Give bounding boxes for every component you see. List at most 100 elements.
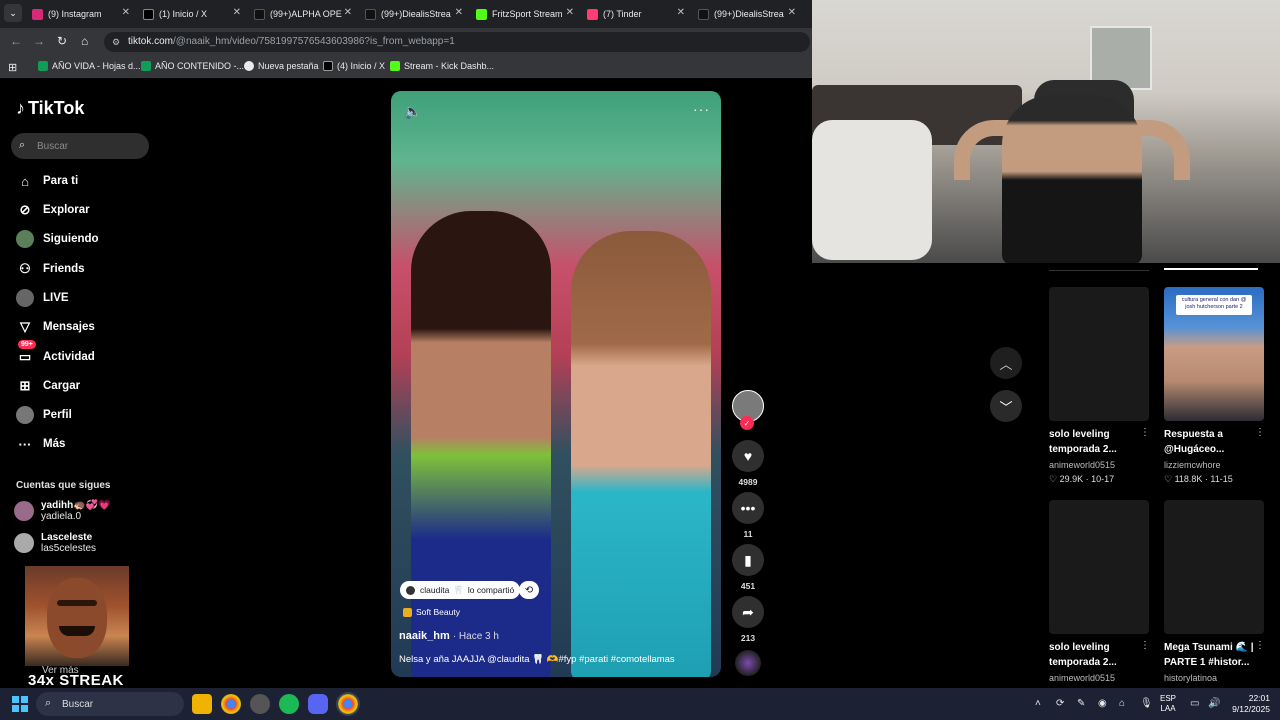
tab-tinder[interactable]: (7) Tinder ✕ [587, 4, 685, 24]
related-video-thumbnail[interactable] [1049, 500, 1149, 634]
bookmark-nueva-pestana[interactable]: Nueva pestaña [244, 61, 319, 71]
related-video-user[interactable]: animeworld0515 [1049, 673, 1115, 683]
nav-cargar[interactable]: ⊞ Cargar [16, 377, 81, 395]
tiktok-logo[interactable]: ♪ TikTok [16, 98, 84, 119]
followed-account[interactable]: yadihh🦔💞💗 yadiela.0 [14, 500, 111, 522]
close-tab-icon[interactable]: ✕ [344, 7, 352, 18]
comment-button[interactable]: ••• [732, 492, 764, 524]
nav-siguiendo[interactable]: Siguiendo [16, 230, 99, 248]
pen-icon[interactable]: ✎ [1077, 698, 1085, 709]
repost-icon[interactable]: ⟲ [519, 581, 539, 599]
bookmark-x[interactable]: (4) Inicio / X [323, 61, 385, 71]
close-tab-icon[interactable]: ✕ [566, 7, 574, 18]
home-icon[interactable]: ⌂ [81, 34, 88, 48]
avatar [14, 533, 34, 553]
bookmarks-bar: ⊞ AÑO VIDA - Hojas d... AÑO CONTENIDO -.… [0, 56, 812, 78]
more-options-icon[interactable]: ⋮ [1140, 640, 1150, 651]
app-icon[interactable] [250, 694, 270, 714]
windows-start-icon[interactable] [12, 696, 28, 712]
address-bar-row: ← → ↻ ⌂ ⚙ tiktok.com/@naaik_hm/video/758… [0, 28, 812, 56]
nav-para-ti[interactable]: ⌂ Para ti [16, 172, 78, 190]
more-options-icon[interactable]: ⋮ [1140, 427, 1150, 438]
previous-video-button[interactable]: ︿ [990, 347, 1022, 379]
close-tab-icon[interactable]: ✕ [455, 7, 463, 18]
microphone-icon[interactable]: 🎙 [1140, 698, 1153, 709]
back-icon[interactable]: ← [10, 34, 22, 48]
nav-mas[interactable]: ··· Más [16, 435, 66, 453]
reload-icon[interactable]: ↻ [57, 34, 67, 48]
url-field[interactable]: ⚙ tiktok.com/@naaik_hm/video/75819975765… [104, 32, 810, 52]
spotify-icon[interactable] [279, 694, 299, 714]
music-disc-icon[interactable] [735, 650, 761, 676]
nav-mensajes[interactable]: ▽ Mensajes [16, 318, 95, 336]
related-video-title[interactable]: Respuesta a @Hugáceo... [1164, 427, 1254, 457]
share-button[interactable]: ➦ [732, 596, 764, 628]
close-tab-icon[interactable]: ✕ [233, 7, 241, 18]
file-explorer-icon[interactable] [192, 694, 212, 714]
apps-icon[interactable]: ⊞ [8, 61, 17, 74]
related-video-thumbnail[interactable] [1164, 500, 1264, 634]
close-tab-icon[interactable]: ✕ [122, 7, 130, 18]
webcam-feed [812, 0, 1280, 263]
bookmark-ano-contenido[interactable]: AÑO CONTENIDO -... [141, 61, 244, 71]
related-video-thumbnail[interactable] [1049, 287, 1149, 421]
display-icon[interactable]: ▭ [1190, 698, 1199, 709]
effect-tag[interactable]: Soft Beauty [403, 607, 460, 617]
sync-icon[interactable]: ⟳ [1056, 698, 1064, 709]
related-video-user[interactable]: animeworld0515 [1049, 460, 1115, 470]
more-options-icon[interactable]: ⋮ [1255, 640, 1265, 651]
taskbar-search[interactable]: ⌕ Buscar [36, 692, 184, 716]
related-video-title[interactable]: solo leveling temporada 2... [1049, 640, 1139, 670]
shared-by-pill[interactable]: claudita 🦷 lo compartió [400, 581, 521, 599]
friends-icon: ⚇ [19, 261, 31, 276]
nav-explorar[interactable]: ⊘ Explorar [16, 201, 90, 219]
nav-perfil[interactable]: Perfil [16, 406, 72, 424]
related-video-title[interactable]: solo leveling temporada 2... [1049, 427, 1139, 457]
more-options-icon[interactable]: ⋮ [1255, 427, 1265, 438]
chrome-icon[interactable] [336, 692, 360, 716]
keyboard-language[interactable]: ESP LAA [1160, 694, 1176, 714]
nav-actividad[interactable]: ▭ 99+ Actividad [16, 340, 95, 366]
forward-icon[interactable]: → [33, 34, 45, 48]
tab-instagram[interactable]: (9) Instagram ✕ [32, 4, 130, 24]
next-video-button[interactable]: ﹀ [990, 390, 1022, 422]
tab-tiktok-1[interactable]: (99+)ALPHA OPE ✕ [254, 4, 352, 24]
close-tab-icon[interactable]: ✕ [677, 7, 685, 18]
vpn-icon[interactable]: ◉ [1098, 698, 1107, 709]
heart-icon: ♥ [743, 448, 753, 464]
related-video-user[interactable]: historylatinoa [1164, 673, 1217, 683]
close-tab-icon[interactable]: ✕ [788, 7, 796, 18]
tab-search-button[interactable]: ⌄ [4, 4, 22, 22]
nav-friends[interactable]: ⚇ Friends [16, 260, 84, 278]
tab-kick[interactable]: FritzSport Stream ✕ [476, 4, 574, 24]
network-icon[interactable]: ⌂ [1119, 698, 1125, 709]
save-button[interactable]: ▮ [732, 544, 764, 576]
taskbar-clock[interactable]: 22:01 9/12/2025 [1224, 693, 1270, 715]
tab-tiktok-3[interactable]: (99+)DiealisStrea ✕ [698, 4, 796, 24]
discord-icon[interactable] [308, 694, 328, 714]
video-player[interactable]: 🔈 ··· claudita 🦷 lo compartió ⟲ Soft Bea… [391, 91, 721, 677]
bookmark-kick[interactable]: Stream - Kick Dashb... [390, 61, 494, 71]
active-tab-indicator [1164, 268, 1258, 270]
chevron-up-icon[interactable]: ˄ [1035, 698, 1041, 709]
volume-icon[interactable]: 🔈 [404, 103, 421, 120]
followed-check-icon[interactable]: ✓ [740, 416, 754, 430]
tiktok-note-icon: ♪ [16, 98, 25, 118]
related-video-title[interactable]: Mega Tsunami 🌊 | PARTE 1 #histor... [1164, 640, 1254, 670]
volume-icon[interactable]: 🔊 [1208, 698, 1220, 709]
nav-live[interactable]: LIVE [16, 289, 69, 307]
bookmark-ano-vida[interactable]: AÑO VIDA - Hojas d... [38, 61, 141, 71]
tab-x[interactable]: (1) Inicio / X ✕ [143, 4, 241, 24]
followed-account[interactable]: Lasceleste las5celestes [14, 532, 96, 554]
chrome-icon[interactable] [221, 694, 241, 714]
video-author[interactable]: naaik_hm · Hace 3 h [399, 630, 499, 642]
search-input[interactable]: ⌕ Buscar [11, 133, 149, 159]
globe-icon [244, 61, 254, 71]
site-info-icon[interactable]: ⚙ [112, 32, 120, 52]
more-options-icon[interactable]: ··· [693, 101, 710, 117]
related-video-thumbnail[interactable]: cultura general con dan @ josh hutcherso… [1164, 287, 1264, 421]
like-button[interactable]: ♥ [732, 440, 764, 472]
tab-tiktok-2[interactable]: (99+)DiealisStrea ✕ [365, 4, 463, 24]
avatar [406, 585, 415, 595]
related-video-user[interactable]: lizziemcwhore [1164, 460, 1221, 470]
